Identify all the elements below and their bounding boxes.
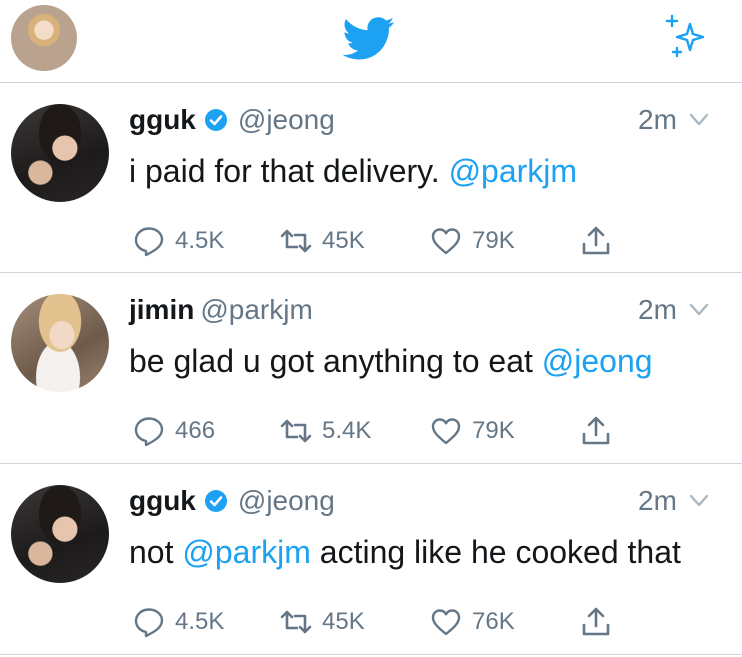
avatar[interactable]: [11, 485, 109, 583]
tweet-header: gguk @jeong: [129, 103, 335, 137]
like-button[interactable]: 79K: [430, 411, 515, 451]
retweet-button[interactable]: 45K: [280, 221, 365, 261]
reply-count: 4.5K: [175, 227, 225, 254]
user-handle[interactable]: @jeong: [238, 485, 335, 516]
mention-link[interactable]: @parkjm: [182, 534, 311, 570]
avatar[interactable]: [11, 294, 109, 392]
like-button[interactable]: 79K: [430, 221, 515, 261]
tweet-header: jimin @parkjm: [129, 293, 313, 327]
share-icon: [582, 226, 610, 255]
like-count: 79K: [472, 227, 515, 254]
share-button[interactable]: [580, 602, 612, 642]
heart-icon: [431, 418, 461, 445]
retweet-count: 5.4K: [322, 417, 372, 444]
retweet-count: 45K: [322, 608, 365, 635]
sparkle-icon[interactable]: [664, 14, 710, 60]
twitter-bird-icon: [342, 17, 395, 60]
retweet-count: 45K: [322, 227, 365, 254]
display-name[interactable]: gguk: [129, 485, 196, 516]
avatar[interactable]: [11, 104, 109, 202]
display-name[interactable]: jimin: [129, 294, 194, 325]
retweet-button[interactable]: 5.4K: [280, 411, 371, 451]
reply-button[interactable]: 4.5K: [133, 602, 224, 642]
like-count: 79K: [472, 417, 515, 444]
heart-icon: [431, 228, 461, 255]
user-handle[interactable]: @jeong: [238, 104, 335, 135]
chevron-down-icon[interactable]: [689, 303, 709, 317]
tweet-text: not @parkjm acting like he cooked that: [129, 534, 681, 570]
tweet[interactable]: gguk @jeong 2m not @parkjm acting like he…: [0, 464, 742, 655]
tweet[interactable]: jimin @parkjm 2m be glad u got anything t…: [0, 273, 742, 464]
chevron-down-icon[interactable]: [689, 494, 709, 508]
timestamp: 2m: [638, 104, 677, 135]
like-button[interactable]: 76K: [430, 602, 515, 642]
reply-icon: [134, 227, 164, 257]
retweet-icon: [280, 610, 312, 634]
tweet-actions: 4.5K 45K 76K: [0, 602, 742, 642]
top-bar: [0, 0, 742, 83]
tweet-actions: 4.5K 45K 79K: [0, 221, 742, 261]
mention-link[interactable]: @parkjm: [449, 153, 578, 189]
verified-badge-icon: [204, 109, 227, 131]
reply-count: 4.5K: [175, 608, 225, 635]
timestamp: 2m: [638, 485, 677, 516]
retweet-icon: [280, 419, 312, 443]
reply-icon: [134, 417, 164, 447]
user-handle[interactable]: @parkjm: [200, 294, 312, 325]
tweet[interactable]: gguk @jeong 2m i paid for that delivery. …: [0, 83, 742, 273]
share-button[interactable]: [580, 411, 612, 451]
tweet-text: be glad u got anything to eat @jeong: [129, 343, 653, 379]
mention-link[interactable]: @jeong: [542, 343, 653, 379]
tweet-actions: 466 5.4K 79K: [0, 411, 742, 451]
retweet-icon: [280, 229, 312, 253]
display-name[interactable]: gguk: [129, 104, 196, 135]
verified-badge-icon: [204, 490, 227, 512]
chevron-down-icon[interactable]: [689, 113, 709, 127]
heart-icon: [431, 609, 461, 636]
timestamp: 2m: [638, 294, 677, 325]
reply-button[interactable]: 4.5K: [133, 221, 224, 261]
reply-icon: [134, 608, 164, 638]
tweet-text: i paid for that delivery. @parkjm: [129, 153, 578, 189]
profile-avatar[interactable]: [11, 5, 77, 71]
reply-button[interactable]: 466: [133, 411, 215, 451]
share-button[interactable]: [580, 221, 612, 261]
reply-count: 466: [175, 417, 216, 444]
share-icon: [582, 607, 610, 636]
retweet-button[interactable]: 45K: [280, 602, 365, 642]
tweet-header: gguk @jeong: [129, 484, 335, 518]
share-icon: [582, 416, 610, 445]
like-count: 76K: [472, 608, 515, 635]
